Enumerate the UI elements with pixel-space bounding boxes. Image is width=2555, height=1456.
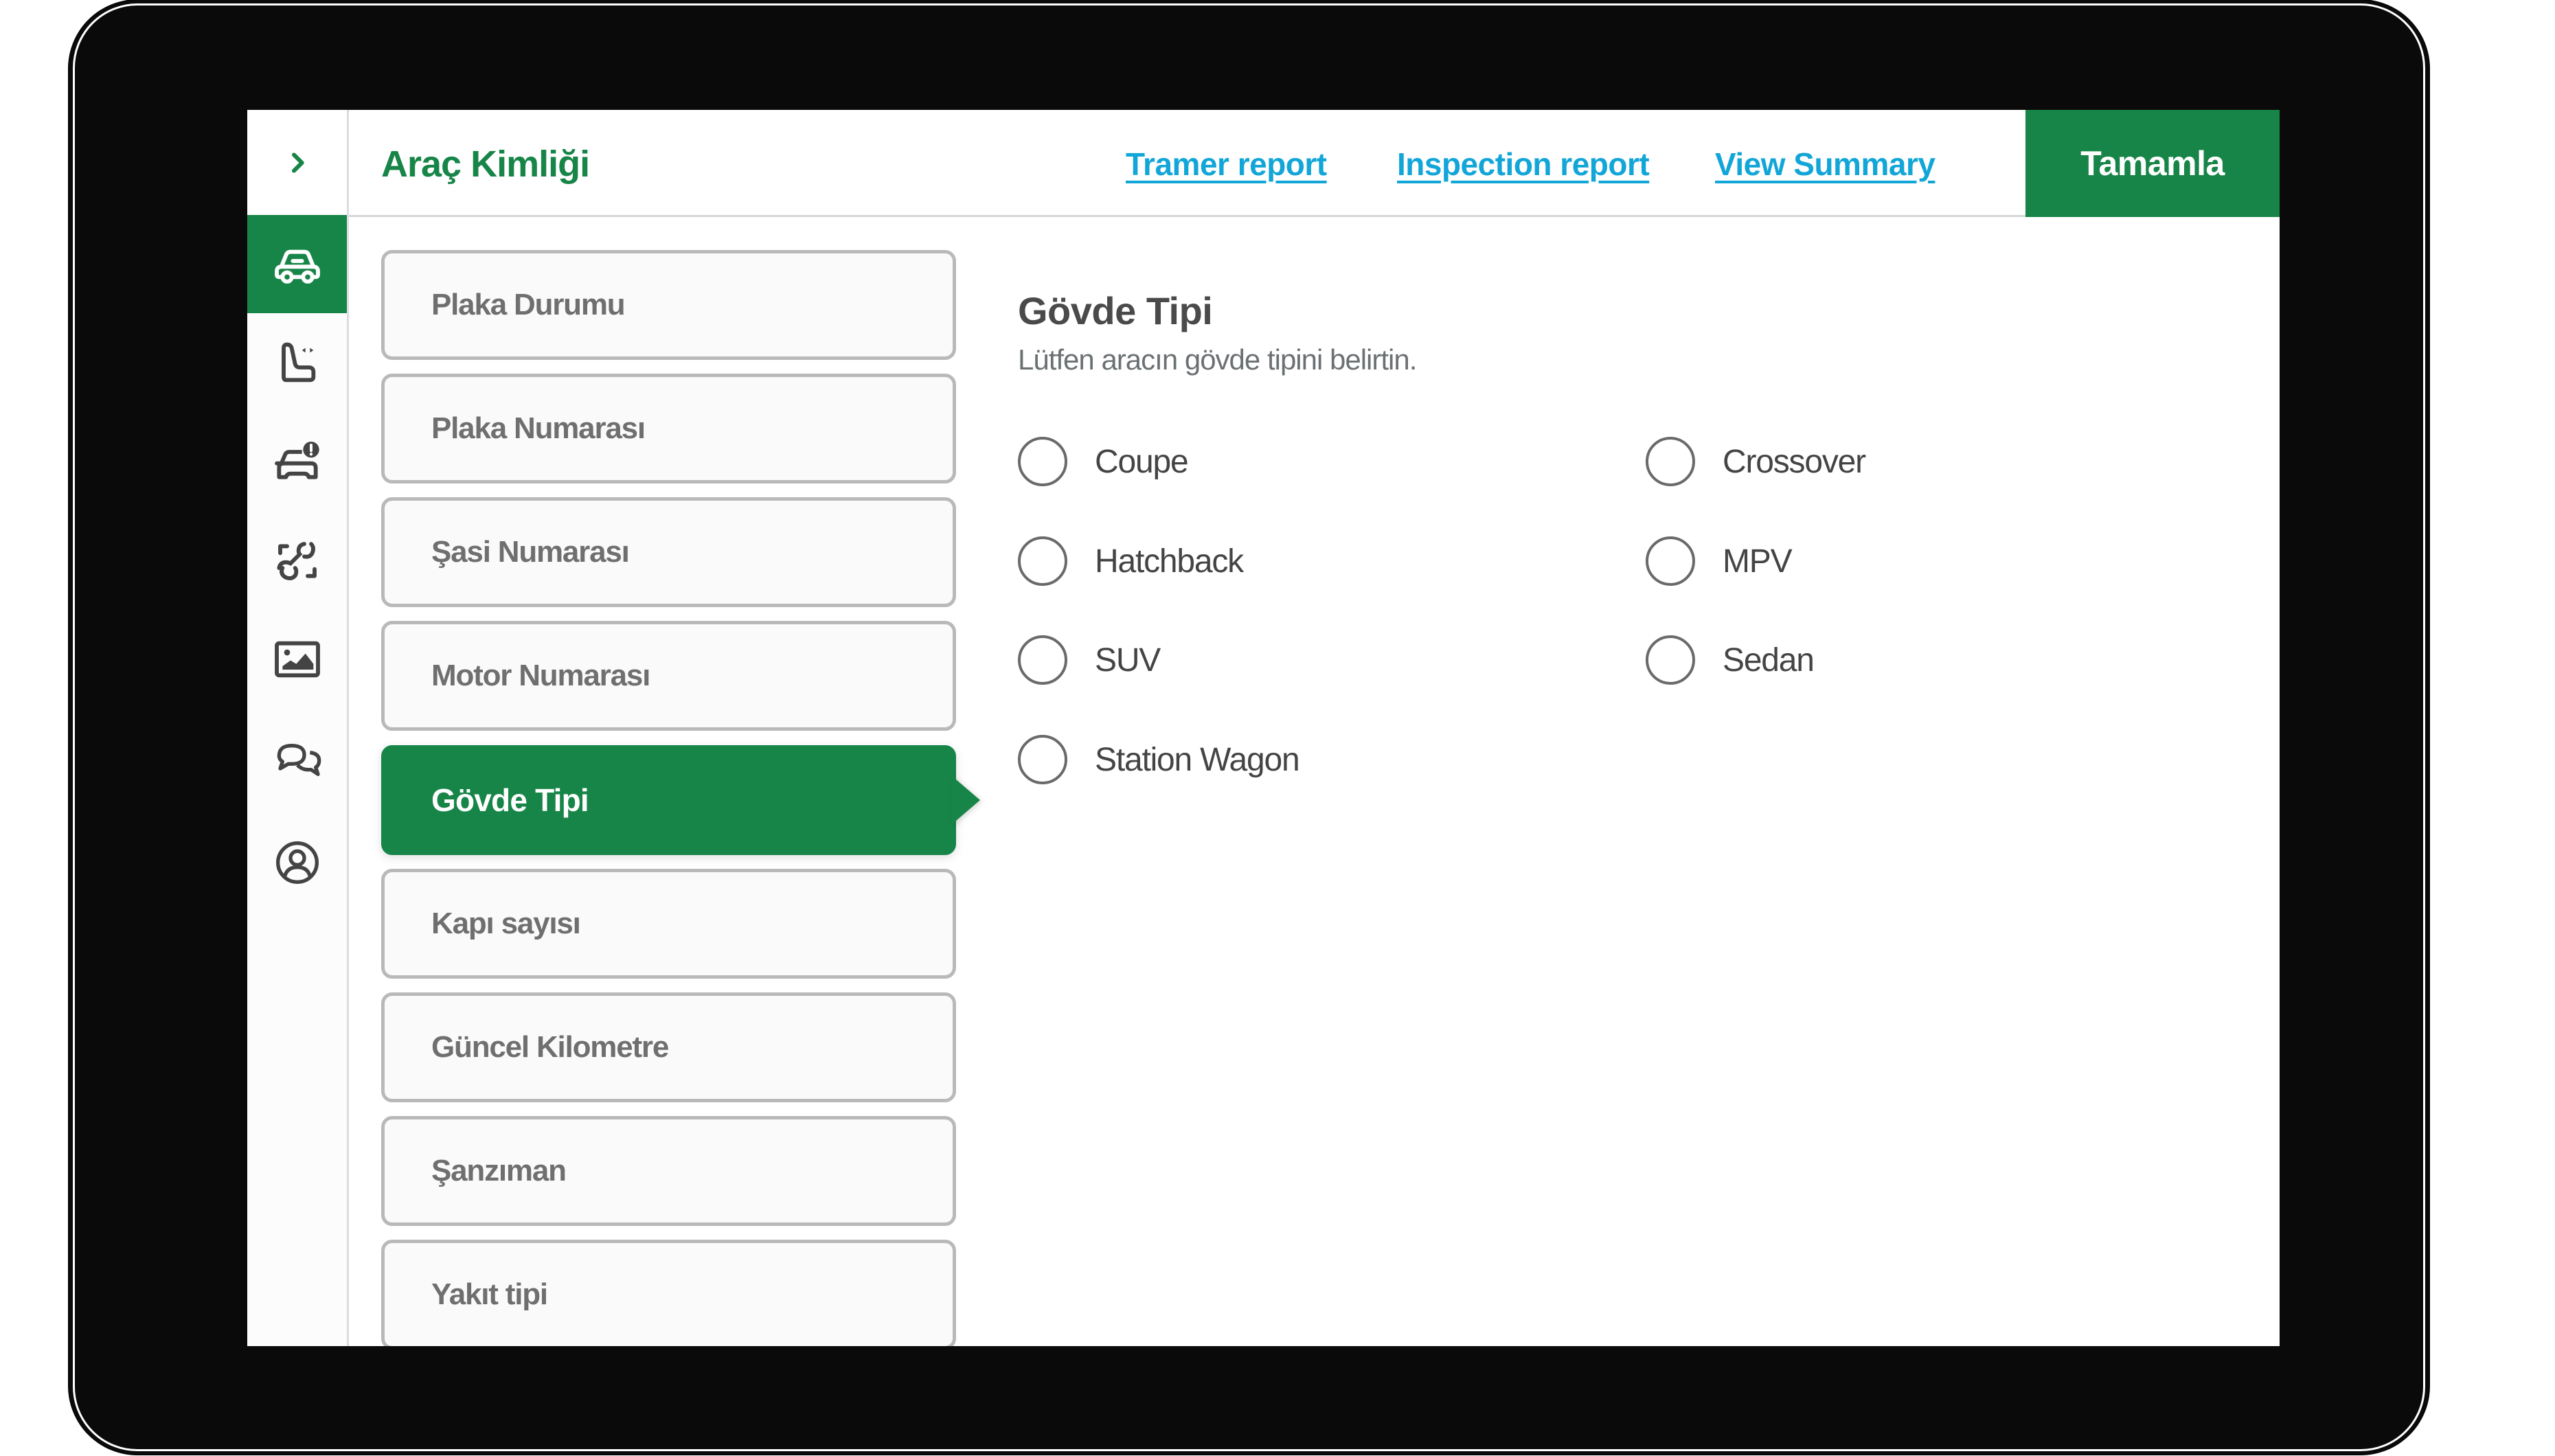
option-coupe[interactable]: Coupe [1018, 437, 1189, 486]
option-label: Coupe [1095, 443, 1189, 480]
step-item-sasi-numarasi[interactable]: Şasi Numarası [381, 497, 956, 607]
radio-button[interactable] [1646, 437, 1695, 486]
inspection-report-link[interactable]: Inspection report [1397, 146, 1650, 183]
option-label: Sedan [1723, 641, 1815, 679]
page-title: Araç Kimliği [381, 144, 590, 185]
option-suv[interactable]: SUV [1018, 635, 1161, 685]
sidebar-item-notes[interactable] [247, 710, 347, 806]
image-gallery-icon [274, 641, 320, 678]
chat-bubbles-icon [277, 744, 321, 776]
user-circle-icon [275, 841, 319, 884]
app-screen: Araç Kimliği Tramer report Inspection re… [247, 110, 2280, 1346]
option-sedan[interactable]: Sedan [1646, 635, 1815, 685]
section-title: Gövde Tipi [1018, 289, 1213, 332]
top-header: Araç Kimliği Tramer report Inspection re… [349, 110, 2280, 217]
sidebar-item-mechanical[interactable] [247, 513, 347, 609]
radio-button[interactable] [1018, 735, 1067, 784]
step-item-govde-tipi[interactable]: Gövde Tipi [381, 745, 980, 855]
sidebar-item-profile[interactable] [247, 815, 347, 911]
step-label: Plaka Numarası [431, 411, 646, 445]
step-label: Yakıt tipi [431, 1277, 548, 1311]
option-hatchback[interactable]: Hatchback [1018, 536, 1244, 586]
step-label: Şasi Numarası [431, 535, 630, 569]
option-label: Crossover [1723, 443, 1866, 480]
body-type-form: Gövde Tipi Lütfen aracın gövde tipini be… [1018, 288, 2280, 1346]
sidebar-item-interior[interactable] [247, 316, 347, 412]
tramer-report-link[interactable]: Tramer report [1126, 146, 1327, 183]
option-crossover[interactable]: Crossover [1646, 437, 1866, 486]
step-label: Gövde Tipi [431, 782, 589, 818]
sidebar-item-vehicle-identity[interactable] [247, 215, 347, 313]
radio-button[interactable] [1646, 635, 1695, 685]
step-label: Plaka Durumu [431, 288, 626, 321]
radio-button[interactable] [1018, 437, 1067, 486]
option-mpv[interactable]: MPV [1646, 536, 1793, 586]
step-item-plaka-numarasi[interactable]: Plaka Numarası [381, 374, 956, 484]
radio-button[interactable] [1018, 536, 1067, 586]
sidebar-expand-button[interactable] [247, 110, 347, 215]
option-label: MPV [1723, 543, 1793, 580]
step-item-plaka-durumu[interactable]: Plaka Durumu [381, 250, 956, 360]
step-item-kapi-sayisi[interactable]: Kapı sayısı [381, 869, 956, 979]
view-summary-link[interactable]: View Summary [1715, 146, 1935, 183]
section-subtitle: Lütfen aracın gövde tipini belirtin. [1018, 343, 1417, 376]
step-label: Şanzıman [431, 1154, 567, 1187]
sidebar-item-photos[interactable] [247, 611, 347, 707]
step-item-guncel-kilometre[interactable]: Güncel Kilometre [381, 992, 956, 1102]
complete-button[interactable]: Tamamla [2025, 110, 2280, 217]
seat-adjust-icon [281, 342, 315, 383]
option-label: Station Wagon [1095, 741, 1300, 778]
step-item-motor-numarasi[interactable]: Motor Numarası [381, 621, 956, 731]
step-label: Güncel Kilometre [431, 1030, 669, 1064]
radio-button[interactable] [1018, 635, 1067, 685]
sidebar-item-damage[interactable] [247, 414, 347, 510]
step-label: Kapı sayısı [431, 907, 581, 940]
active-step-pointer [951, 775, 980, 825]
step-item-sanziman[interactable]: Şanzıman [381, 1116, 956, 1226]
sidebar-rail [247, 110, 349, 1346]
option-label: Hatchback [1095, 543, 1244, 580]
option-label: SUV [1095, 641, 1161, 679]
step-label: Motor Numarası [431, 659, 650, 692]
car-icon [274, 249, 320, 284]
wrench-repair-icon [276, 542, 317, 580]
option-station-wagon[interactable]: Station Wagon [1018, 735, 1300, 784]
car-alert-icon [274, 442, 319, 479]
chevron-right-icon [291, 152, 304, 173]
radio-button[interactable] [1646, 536, 1695, 586]
step-item-yakit-tipi[interactable]: Yakıt tipi [381, 1240, 956, 1346]
